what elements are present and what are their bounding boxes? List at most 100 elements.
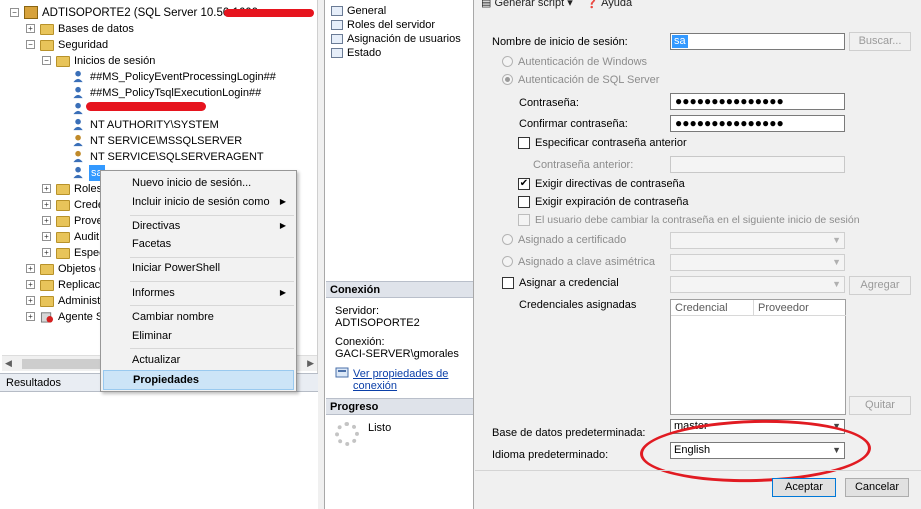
certificate-select[interactable]: ▼ xyxy=(670,232,845,249)
old-password-input[interactable] xyxy=(670,156,845,173)
ok-button[interactable]: Aceptar xyxy=(772,478,836,497)
page-status[interactable]: Estado xyxy=(329,46,381,60)
collapse-toggle[interactable]: − xyxy=(26,40,35,49)
expand-toggle[interactable]: + xyxy=(26,312,35,321)
connection-section-header: Conexión xyxy=(326,281,473,298)
server-label: Servidor: xyxy=(335,305,380,317)
folder-icon xyxy=(56,232,70,243)
map-credential-checkbox[interactable] xyxy=(502,277,514,289)
folder-icon xyxy=(40,280,54,291)
column-header-provider[interactable]: Proveedor xyxy=(754,300,846,316)
toolbar: ▤ Generar script ▾ ❓ Ayuda xyxy=(475,0,921,12)
user-login-icon xyxy=(73,166,83,179)
menu-separator xyxy=(130,281,294,282)
confirm-password-label: Confirmar contraseña: xyxy=(519,118,628,130)
mapped-asymmetric-key-radio[interactable] xyxy=(502,256,513,267)
enforce-expiration-label: Exigir expiración de contraseña xyxy=(535,196,689,208)
sql-auth-radio[interactable] xyxy=(502,74,513,85)
script-button[interactable]: ▤ Generar script ▾ xyxy=(481,0,573,9)
enforce-policy-checkbox[interactable]: ✔ xyxy=(518,178,530,190)
collapse-toggle[interactable]: − xyxy=(10,8,19,17)
mapped-credentials-grid[interactable]: Credencial Proveedor xyxy=(670,299,846,415)
menu-item-script-as[interactable]: Incluir inicio de sesión como ▶ xyxy=(103,192,294,212)
server-icon xyxy=(24,6,38,19)
scroll-right-icon[interactable]: ▶ xyxy=(307,358,314,369)
user-login-icon xyxy=(73,102,83,115)
asymmetric-key-select[interactable]: ▼ xyxy=(670,254,845,271)
folder-icon xyxy=(40,40,54,51)
menu-item-policies[interactable]: Directivas ▶ xyxy=(103,216,294,236)
user-login-icon xyxy=(73,150,83,163)
redaction-mark xyxy=(86,102,206,111)
menu-item-rename[interactable]: Cambiar nombre xyxy=(103,307,294,327)
password-label: Contraseña: xyxy=(519,97,579,109)
redaction-mark xyxy=(224,9,314,17)
sql-auth-label: Autenticación de SQL Server xyxy=(518,74,660,86)
search-button[interactable]: Buscar... xyxy=(849,32,911,51)
scroll-left-icon[interactable]: ◀ xyxy=(5,358,12,369)
connection-value: GACI-SERVER\gmorales xyxy=(335,348,459,360)
view-connection-properties-link[interactable]: Ver propiedades de conexión xyxy=(353,368,448,392)
remove-credential-button[interactable]: Quitar xyxy=(849,396,911,415)
connection-properties-icon xyxy=(335,367,349,378)
folder-icon xyxy=(40,264,54,275)
login-name-label: Nombre de inicio de sesión: xyxy=(492,36,628,48)
default-database-label: Base de datos predeterminada: xyxy=(492,427,646,439)
column-header-credential[interactable]: Credencial xyxy=(671,300,754,316)
user-login-icon xyxy=(73,118,83,131)
map-credential-label: Asignar a credencial xyxy=(519,277,619,289)
expand-toggle[interactable]: + xyxy=(26,264,35,273)
submenu-arrow-icon: ▶ xyxy=(279,221,286,230)
old-password-label: Contraseña anterior: xyxy=(533,159,634,171)
windows-auth-radio[interactable] xyxy=(502,56,513,67)
folder-icon xyxy=(56,248,70,259)
help-button[interactable]: ❓ Ayuda xyxy=(585,0,632,9)
expand-toggle[interactable]: + xyxy=(42,184,51,193)
mapped-certificate-radio[interactable] xyxy=(502,234,513,245)
add-credential-button[interactable]: Agregar xyxy=(849,276,911,295)
progress-section-header: Progreso xyxy=(326,398,473,415)
page-user-mapping[interactable]: Asignación de usuarios xyxy=(329,32,461,46)
menu-item-reports[interactable]: Informes ▶ xyxy=(103,283,294,303)
results-panel xyxy=(0,392,318,509)
page-icon xyxy=(331,48,343,58)
login-name-input[interactable]: sa xyxy=(670,33,845,50)
must-change-checkbox[interactable] xyxy=(518,214,530,226)
menu-item-properties[interactable]: Propiedades xyxy=(103,370,294,390)
menu-item-delete[interactable]: Eliminar xyxy=(103,326,294,346)
menu-item-facets[interactable]: Facetas xyxy=(103,234,294,254)
page-selector-panel: General Roles del servidor Asignación de… xyxy=(324,0,474,509)
expand-toggle[interactable]: + xyxy=(42,248,51,257)
expand-toggle[interactable]: + xyxy=(26,280,35,289)
expand-toggle[interactable]: + xyxy=(42,216,51,225)
divider xyxy=(475,470,921,471)
password-input[interactable]: ●●●●●●●●●●●●●●● xyxy=(670,93,845,110)
page-server-roles[interactable]: Roles del servidor xyxy=(329,18,435,32)
page-icon xyxy=(331,6,343,16)
collapse-toggle[interactable]: − xyxy=(42,56,51,65)
folder-icon xyxy=(40,24,54,35)
confirm-password-input[interactable]: ●●●●●●●●●●●●●●● xyxy=(670,115,845,132)
expand-toggle[interactable]: + xyxy=(26,296,35,305)
folder-icon xyxy=(40,296,54,307)
page-icon xyxy=(331,34,343,44)
menu-item-refresh[interactable]: Actualizar xyxy=(103,350,294,370)
specify-old-password-checkbox[interactable] xyxy=(518,137,530,149)
page-icon xyxy=(331,20,343,30)
expand-toggle[interactable]: + xyxy=(42,200,51,209)
folder-icon xyxy=(56,184,70,195)
expand-toggle[interactable]: + xyxy=(42,232,51,241)
cancel-button[interactable]: Cancelar xyxy=(845,478,909,497)
menu-separator xyxy=(130,348,294,349)
expand-toggle[interactable]: + xyxy=(26,24,35,33)
page-general[interactable]: General xyxy=(329,4,386,18)
folder-icon xyxy=(56,200,70,211)
menu-item-powershell[interactable]: Iniciar PowerShell xyxy=(103,258,294,278)
menu-item-new-login[interactable]: Nuevo inicio de sesión... xyxy=(103,173,294,193)
submenu-arrow-icon: ▶ xyxy=(279,197,286,206)
enforce-expiration-checkbox[interactable] xyxy=(518,196,530,208)
specify-old-password-label: Especificar contraseña anterior xyxy=(535,137,687,149)
user-login-icon xyxy=(73,70,83,83)
default-language-label: Idioma predeterminado: xyxy=(492,449,609,461)
credential-select[interactable]: ▼ xyxy=(670,276,845,293)
